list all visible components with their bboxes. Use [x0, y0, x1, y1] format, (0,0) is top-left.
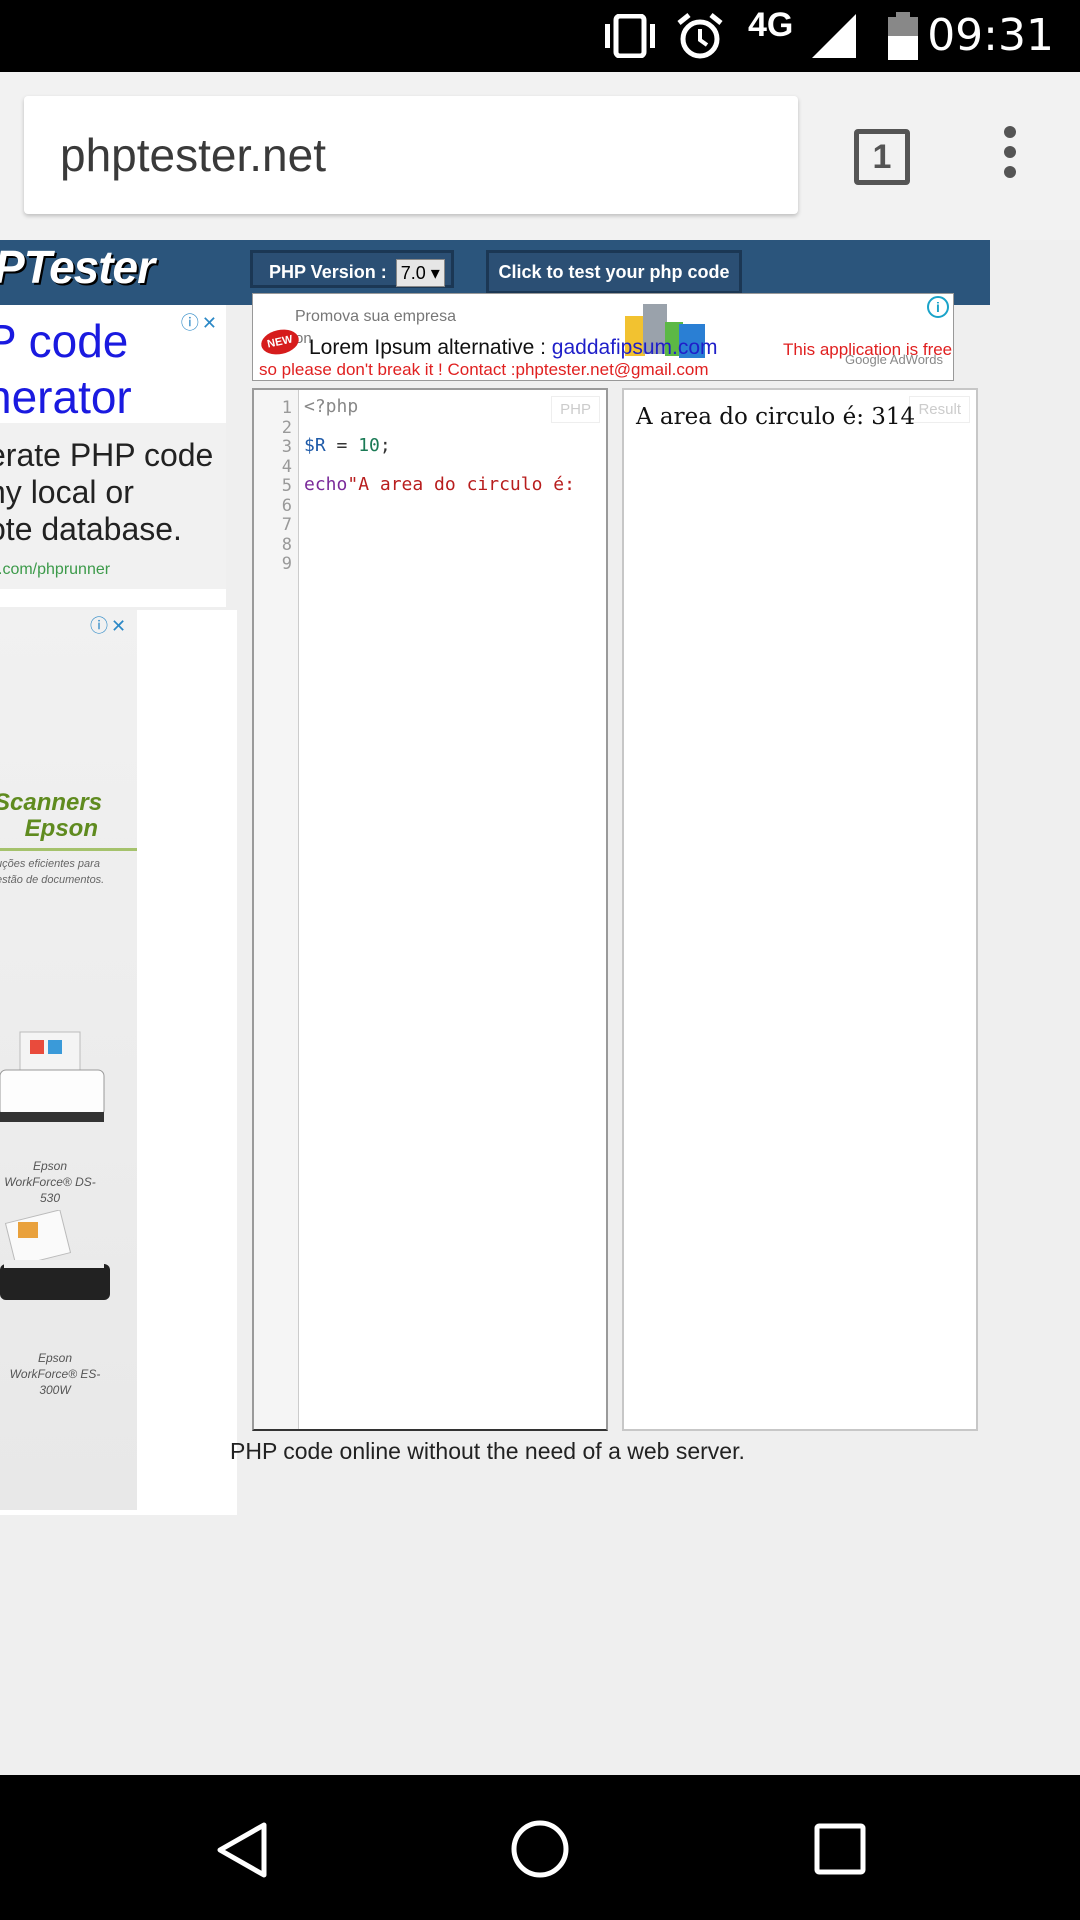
vibrate-icon — [605, 14, 655, 58]
home-icon[interactable] — [510, 1819, 570, 1879]
network-type: 4G — [748, 6, 794, 44]
ad-epson-title: Scanners Epson — [0, 789, 103, 842]
address-bar[interactable]: phptester.net — [24, 96, 798, 214]
ad-info-icon[interactable]: i — [927, 296, 949, 318]
product-caption-1: Epson WorkForce® DS-530 — [4, 1159, 96, 1205]
code-line-3[interactable]: $R = 10; — [304, 435, 391, 456]
gaddafipsum-link[interactable]: gaddafipsum.com — [552, 336, 718, 359]
line-number: 3 — [281, 437, 292, 457]
web-page: PTester PHP Version : 7.0 ▾ Click to tes… — [0, 240, 1080, 1775]
php-version-select[interactable]: 7.0 ▾ — [395, 259, 445, 288]
ad-phprunner[interactable]: P code nerator ⓘ✕ erate PHP code ny local … — [0, 305, 226, 607]
line-number: 1 — [281, 398, 292, 418]
result-tag: Result — [909, 396, 970, 423]
ad-choices-icon[interactable]: ⓘ✕ — [181, 309, 220, 335]
line-number-gutter: 123456789 — [254, 390, 299, 1429]
url-text[interactable]: phptester.net — [60, 128, 326, 182]
line-number: 7 — [281, 515, 292, 535]
alarm-icon — [677, 13, 723, 59]
status-bar: 4G 09:31 — [0, 0, 1080, 72]
description-text: PHP code online without the need of a we… — [230, 1438, 745, 1464]
ad-promo-text[interactable]: Promova sua empresa — [295, 308, 456, 326]
divider — [0, 848, 137, 851]
scanner-ds530-image — [0, 1031, 105, 1122]
line-number: 8 — [281, 534, 292, 555]
line-number: 5 — [281, 476, 292, 496]
ad-url[interactable]: .com/phprunner — [0, 561, 110, 579]
result-panel: Result A area do circulo é: 314 — [622, 388, 978, 1431]
lorem-ipsum-notice: Lorem Ipsum alternative : gaddafipsum.co… — [309, 336, 718, 359]
notice-banner: Promova sua empresa on NEW Lorem Ipsum a… — [252, 293, 954, 381]
scanner-es300w-image — [0, 1210, 110, 1300]
back-icon[interactable] — [214, 1821, 268, 1879]
overflow-menu-icon[interactable] — [995, 126, 1025, 186]
ad-choices-icon[interactable]: ⓘ✕ — [90, 612, 129, 638]
php-version-label: PHP Version : — [269, 262, 387, 282]
tab-switcher-button[interactable]: 1 — [854, 129, 910, 185]
result-output: A area do circulo é: 314 — [636, 404, 916, 430]
ad-epson-tagline: uções eficientes para estão de documentos… — [0, 858, 105, 886]
ad-description: erate PHP code ny local or ote database. — [0, 437, 214, 547]
clock: 09:31 — [927, 10, 1054, 61]
ad-epson-panel[interactable]: ⓘ✕ Scanners Epson uções eficientes para es… — [0, 610, 137, 1510]
code-line-1[interactable]: <?php — [304, 396, 358, 417]
recents-icon[interactable] — [814, 1823, 866, 1875]
ad-epson[interactable]: ⓘ✕ Scanners Epson uções eficientes para es… — [0, 610, 237, 1515]
php-code-editor[interactable]: 123456789 PHP <?php $R = 10; echo"A area… — [252, 388, 608, 1431]
php-version-control: PHP Version : 7.0 ▾ — [250, 250, 454, 288]
line-number: 4 — [281, 456, 292, 477]
navigation-bar — [0, 1775, 1080, 1920]
contact-text: so please don't break it ! Contact :phpt… — [259, 360, 709, 379]
code-line-5[interactable]: echo"A area do circulo é: — [304, 474, 575, 495]
line-number: 2 — [281, 417, 292, 438]
google-adwords-label: Google AdWords — [844, 352, 943, 367]
ad-body: erate PHP code ny local or ote database. .… — [0, 423, 226, 589]
battery-icon — [888, 12, 918, 60]
product-caption-2: Epson WorkForce® ES-300W — [9, 1351, 101, 1397]
site-logo[interactable]: PTester — [0, 240, 155, 294]
browser-toolbar: phptester.net 1 — [0, 72, 1080, 242]
test-code-button[interactable]: Click to test your php code — [486, 250, 742, 294]
editor-language-tag: PHP — [551, 396, 600, 423]
ad-headline[interactable]: P code nerator — [0, 313, 132, 425]
line-number: 6 — [281, 495, 292, 516]
signal-icon — [812, 14, 856, 58]
line-number: 9 — [281, 554, 292, 574]
